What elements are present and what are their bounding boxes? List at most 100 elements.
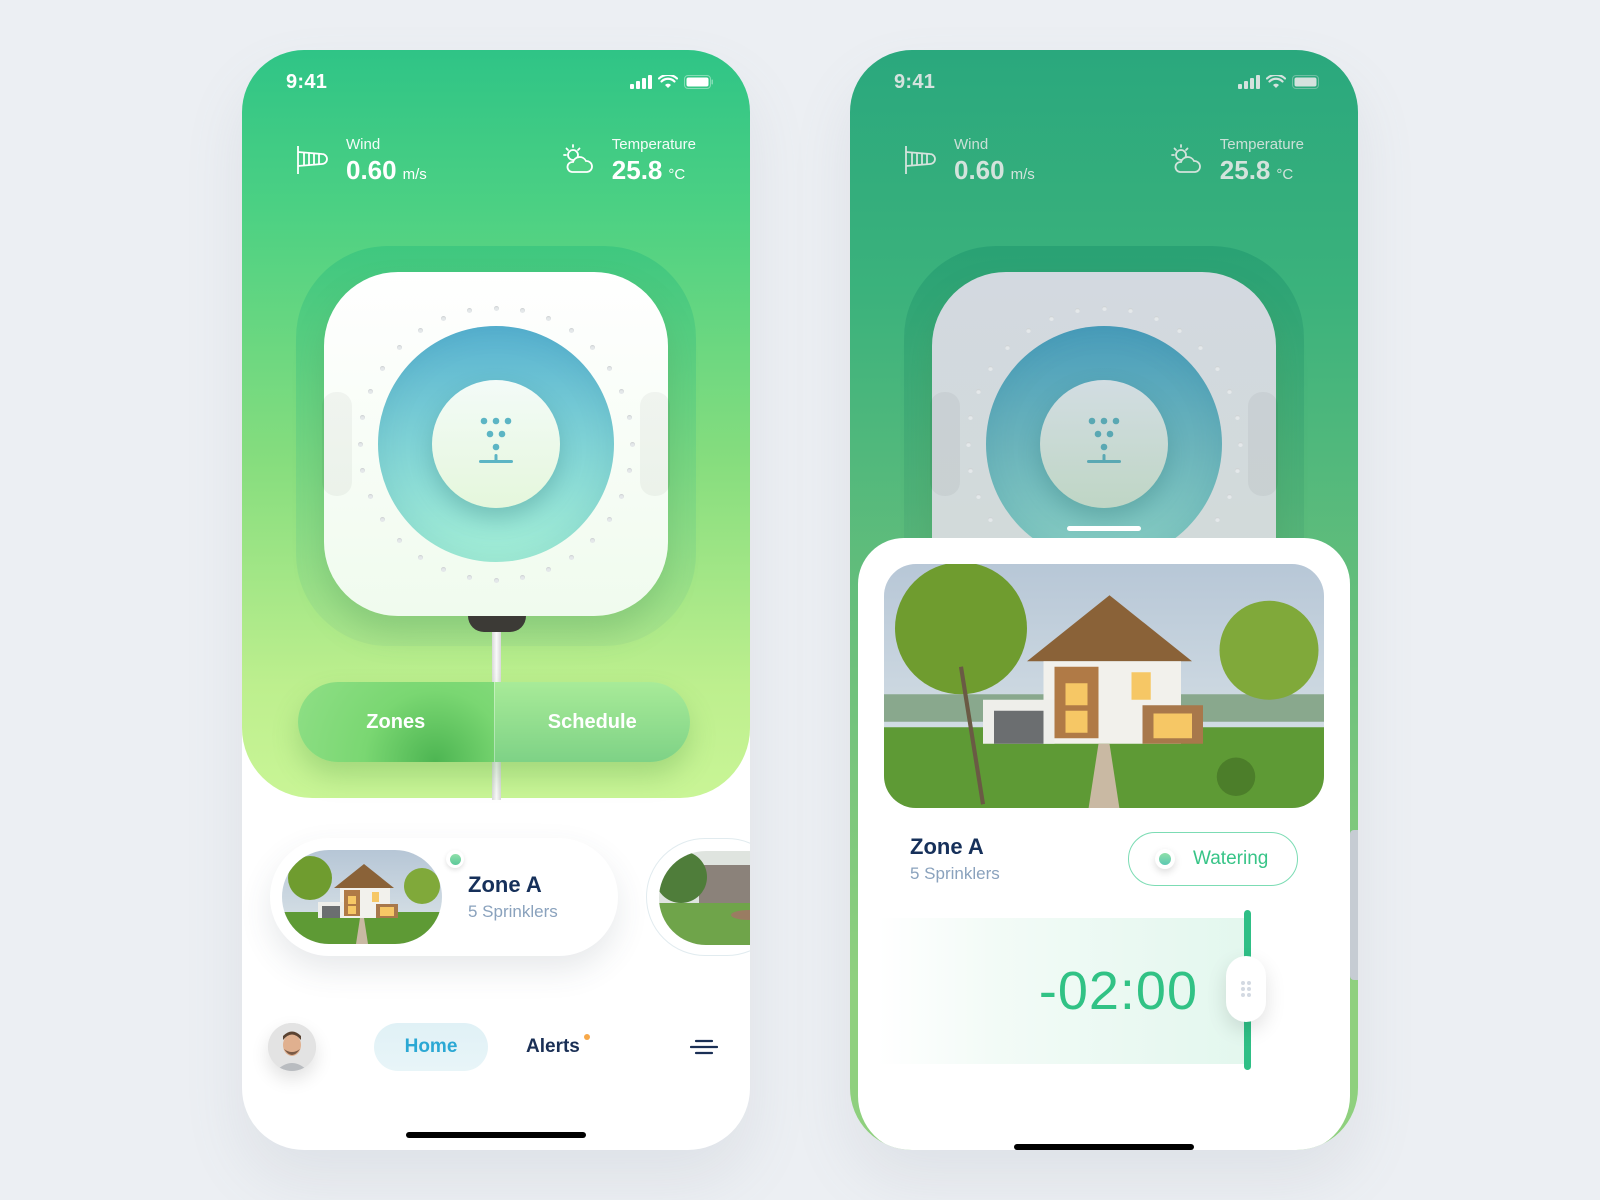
device-dot: [1237, 441, 1243, 447]
zone-name: Zone A: [468, 872, 542, 897]
device-dot: [417, 554, 423, 560]
house-image: [282, 850, 442, 944]
device-dot: [975, 493, 981, 499]
device-dot: [626, 468, 632, 474]
device-dot: [988, 517, 994, 523]
device-dot: [1234, 414, 1240, 420]
wind-readout: Wind 0.60 m/s: [294, 136, 427, 186]
device-dot: [1153, 315, 1159, 321]
timer-value: -02:00: [1038, 961, 1198, 1021]
device-dot: [965, 441, 971, 447]
device-dot: [975, 389, 981, 395]
control-ring[interactable]: [378, 326, 614, 562]
avatar[interactable]: [268, 1023, 316, 1071]
zone-card[interactable]: Zone A 5 Sprinklers: [270, 838, 618, 956]
device-dot: [1227, 389, 1233, 395]
device-dot: [1234, 468, 1240, 474]
zone-sprinkler-count: 5 Sprinklers: [468, 902, 558, 921]
wind-value: 0.60: [346, 155, 397, 185]
nav-alerts[interactable]: Alerts: [526, 1034, 590, 1058]
zone-card[interactable]: [646, 838, 750, 956]
device-dot: [1227, 493, 1233, 499]
windsock-icon: [297, 146, 328, 174]
device-dot: [441, 567, 447, 573]
device-dot: [1177, 328, 1183, 334]
sprinkler-button[interactable]: [432, 380, 560, 508]
device-dot: [968, 468, 974, 474]
watering-status-button[interactable]: Watering: [1128, 832, 1298, 886]
device-dot: [397, 537, 403, 543]
device-dot: [493, 305, 499, 311]
battery-icon: [1292, 75, 1319, 89]
status-time: 9:41: [894, 70, 936, 93]
device-dot: [367, 493, 373, 499]
online-indicator: [446, 850, 464, 868]
device-dot: [1214, 517, 1220, 523]
device-dot: [397, 345, 403, 351]
home-indicator: [406, 1132, 586, 1138]
weather-panel: Wind 0.60 m/s Temperature 25.8 °C: [902, 136, 1304, 186]
user-avatar-icon: [268, 1023, 316, 1071]
nav-alerts-label: Alerts: [526, 1036, 580, 1057]
temperature-value: 25.8: [611, 155, 663, 185]
home-screen: 9:41 Wind 0.60 m/s Temperature 25.8 °C Z…: [242, 50, 750, 1150]
garden-image: [659, 851, 750, 945]
device-dot: [545, 315, 551, 321]
temperature-unit: °C: [668, 166, 686, 183]
wifi-icon: [658, 75, 678, 88]
wind-label: Wind: [954, 136, 989, 153]
device-dot: [606, 517, 612, 523]
watering-indicator: [1155, 849, 1175, 869]
menu-icon[interactable]: [690, 1037, 718, 1057]
device-dot: [520, 308, 526, 314]
device-dot: [380, 517, 386, 523]
device-dot: [569, 554, 575, 560]
wind-readout: Wind 0.60 m/s: [902, 136, 1035, 186]
device-dot: [360, 414, 366, 420]
schedule-tab[interactable]: Schedule: [493, 682, 690, 762]
device-dot: [569, 328, 575, 334]
next-zone-peek: [1350, 830, 1358, 980]
wind-unit: m/s: [402, 166, 427, 183]
temperature-label: Temperature: [1219, 136, 1304, 153]
sprinkler-controller[interactable]: [322, 272, 670, 616]
nav-home[interactable]: Home: [374, 1023, 488, 1071]
zone-photo: [282, 850, 442, 944]
wind-label: Wind: [346, 136, 381, 153]
device-dot: [968, 414, 974, 420]
device-dot: [1214, 365, 1220, 371]
zones-tab[interactable]: Zones: [298, 682, 494, 762]
weather-panel: Wind 0.60 m/s Temperature 25.8 °C: [294, 136, 696, 186]
wind-value: 0.60: [954, 155, 1005, 185]
sprinkler-button: [1040, 380, 1168, 508]
device-dot: [606, 365, 612, 371]
temperature-value: 25.8: [1219, 155, 1271, 185]
device-dot: [1128, 308, 1134, 314]
windsock-icon: [905, 146, 936, 174]
device-dot: [360, 468, 366, 474]
zone-detail-screen: 9:41 Wind 0.60 m/s Temperature 25.8 °C Z…: [850, 50, 1358, 1150]
wifi-icon: [1266, 75, 1286, 88]
home-indicator: [1014, 1144, 1194, 1150]
device-dot: [1101, 305, 1107, 311]
device-dot: [466, 308, 472, 314]
device-dot: [493, 577, 499, 583]
device-dot: [988, 365, 994, 371]
zone-name: Zone A: [910, 834, 984, 859]
device-dot: [1049, 315, 1055, 321]
temperature-label: Temperature: [611, 136, 696, 153]
device-dot: [357, 441, 363, 447]
signal-icon: [630, 75, 652, 89]
house-image: [884, 564, 1324, 808]
sheet-drag-handle[interactable]: [1067, 526, 1141, 531]
device-dot: [619, 389, 625, 395]
timer-slider-handle[interactable]: [1226, 956, 1266, 1022]
device-dot: [1197, 345, 1203, 351]
pipe-nozzle: [468, 616, 526, 632]
battery-icon: [684, 75, 713, 89]
temperature-unit: °C: [1276, 166, 1294, 183]
status-time: 9:41: [286, 70, 328, 93]
alert-badge: [583, 1034, 590, 1040]
device-dot: [1074, 308, 1080, 314]
device-dot: [367, 389, 373, 395]
